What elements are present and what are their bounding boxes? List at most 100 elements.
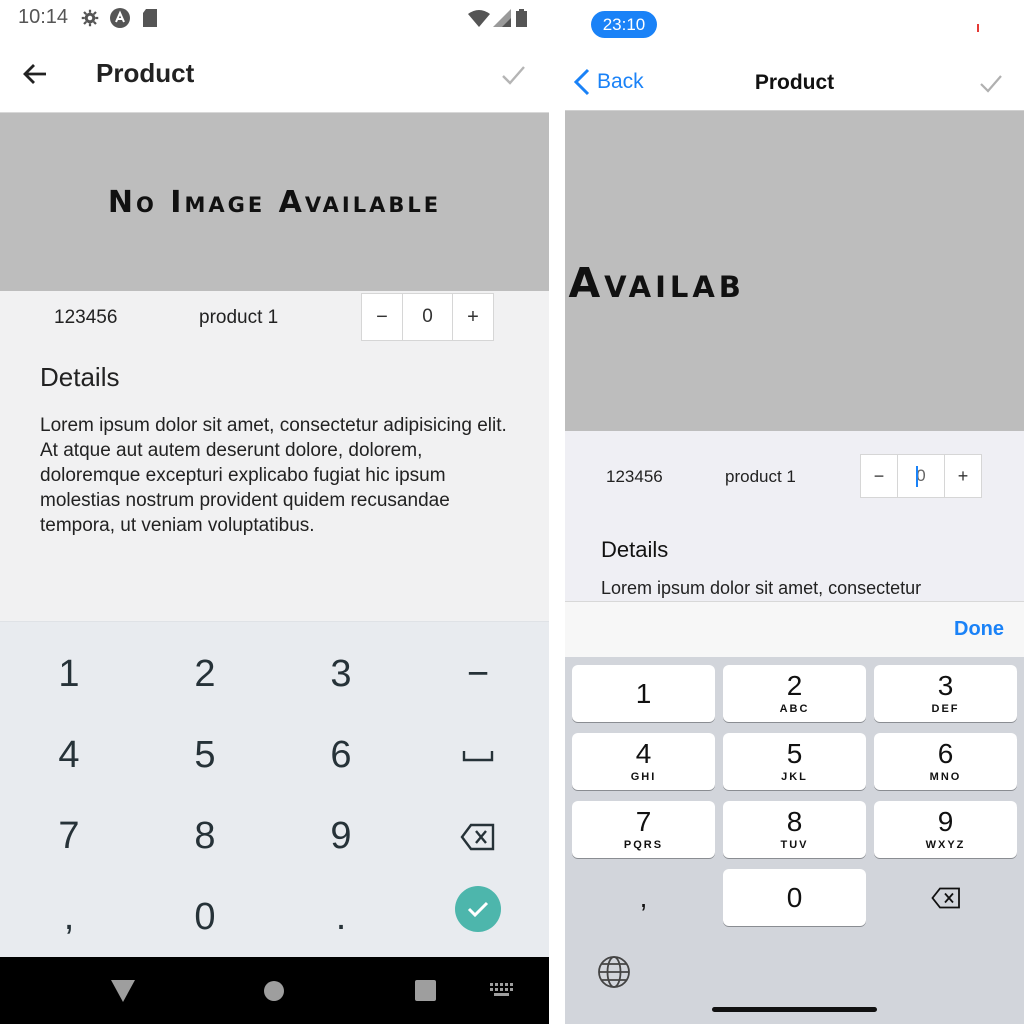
android-nav-bar: [0, 957, 549, 1024]
key-digit: 7: [635, 806, 652, 837]
android-toolbar: Product: [0, 36, 549, 113]
android-screen: 10:14 Product No Image Available 123456 …: [0, 0, 549, 1024]
increment-button[interactable]: +: [453, 294, 493, 340]
increment-button[interactable]: +: [945, 455, 981, 497]
key-period[interactable]: .: [273, 877, 409, 958]
backspace-icon[interactable]: [874, 869, 1017, 926]
key-letters: JKL: [781, 771, 808, 783]
key-digit: 0: [786, 881, 803, 913]
product-name: product 1: [725, 467, 796, 486]
back-arrow-icon[interactable]: [20, 58, 52, 90]
ios-nav-bar: Back Product: [565, 54, 1024, 111]
home-indicator: [712, 1007, 877, 1012]
product-sku: 123456: [54, 307, 118, 328]
key-letters: DEF: [931, 703, 960, 715]
quantity-input[interactable]: 0: [402, 294, 453, 340]
key-4[interactable]: 4: [1, 715, 137, 796]
page-title: Product: [754, 71, 835, 94]
key-4[interactable]: 4 GHI: [572, 733, 715, 790]
key-digit: 2: [786, 670, 803, 701]
details-text: Lorem ipsum dolor sit amet, consectetur: [601, 578, 922, 598]
key-comma[interactable]: ,: [572, 869, 715, 926]
key-digit: 1: [635, 677, 652, 709]
product-image-placeholder: No Image Available: [0, 113, 549, 291]
nav-home-icon[interactable]: [263, 980, 285, 1007]
key-letters: PQRS: [623, 839, 664, 851]
key-6[interactable]: 6: [273, 715, 409, 796]
key-1[interactable]: 1: [572, 665, 715, 722]
wifi-icon: [468, 8, 490, 28]
settings-icon: [80, 8, 100, 28]
key-0[interactable]: 0: [723, 869, 866, 926]
battery-icon: [514, 8, 528, 28]
product-row: 123456 product 1 − 0 +: [565, 452, 1024, 498]
key-8[interactable]: 8: [137, 796, 273, 877]
screenshot-stage: 10:14 Product No Image Available 123456 …: [0, 0, 1024, 1024]
key-digit: 9: [937, 806, 954, 837]
key-letters: TUV: [780, 839, 809, 851]
details-text: Lorem ipsum dolor sit amet, consectetur …: [40, 415, 507, 536]
sd-card-icon: [140, 8, 160, 28]
done-button[interactable]: Done: [954, 618, 1004, 641]
key-0[interactable]: 0: [137, 877, 273, 958]
key-8[interactable]: 8 TUV: [723, 801, 866, 858]
key-digit: ,: [639, 881, 648, 913]
key-7[interactable]: 7 PQRS: [572, 801, 715, 858]
backspace-icon[interactable]: [410, 796, 546, 877]
globe-icon[interactable]: [597, 955, 631, 994]
save-check-icon[interactable]: [498, 60, 528, 90]
key-letters: WXYZ: [925, 839, 966, 851]
details-heading: Details: [601, 537, 669, 562]
app-notification-icon: [110, 8, 130, 28]
key-3[interactable]: 3 DEF: [874, 665, 1017, 722]
ios-number-pad: 1 2 ABC 3 DEF 4 GHI 5 JKL 6 MNO 7 PQRS 8 TUV 9 W…: [565, 657, 1024, 1024]
status-time-pill: 23:10: [591, 11, 657, 38]
android-status-bar: 10:14: [0, 0, 549, 36]
key-letters: GHI: [630, 771, 657, 783]
done-check-icon[interactable]: [455, 886, 501, 932]
cell-signal-icon: [492, 8, 512, 28]
key-digit: 3: [937, 670, 954, 701]
key-1[interactable]: 1: [1, 634, 137, 715]
key-9[interactable]: 9 WXYZ: [874, 801, 1017, 858]
product-sku: 123456: [606, 467, 663, 486]
decrement-button[interactable]: −: [362, 294, 402, 340]
key-9[interactable]: 9: [273, 796, 409, 877]
key-letters: ABC: [779, 703, 810, 715]
keyboard-accessory-bar: Done: [565, 601, 1024, 657]
product-name: product 1: [199, 307, 279, 328]
quantity-input[interactable]: 0: [897, 455, 945, 497]
key-6[interactable]: 6 MNO: [874, 733, 1017, 790]
key-2[interactable]: 2: [137, 634, 273, 715]
status-time: 10:14: [18, 6, 69, 28]
key-digit: 5: [786, 738, 803, 769]
key-letters: MNO: [929, 771, 962, 783]
save-check-icon[interactable]: [978, 70, 1004, 96]
text-caret: [916, 466, 918, 487]
key-digit: 8: [786, 806, 803, 837]
key-2[interactable]: 2 ABC: [723, 665, 866, 722]
key-5[interactable]: 5: [137, 715, 273, 796]
details-heading: Details: [40, 362, 120, 392]
key-comma[interactable]: ,: [1, 877, 137, 958]
key-5[interactable]: 5 JKL: [723, 733, 866, 790]
nav-recents-icon[interactable]: [415, 980, 436, 1006]
no-image-text: No Image Available: [107, 184, 442, 220]
page-title: Product: [96, 58, 195, 88]
space-key-icon[interactable]: [410, 715, 546, 796]
product-image-placeholder: Image Availab: [565, 111, 1024, 431]
key-3[interactable]: 3: [273, 634, 409, 715]
no-image-text: Image Availab: [565, 259, 745, 307]
key-digit: 6: [937, 738, 954, 769]
recording-indicator: [977, 24, 979, 32]
product-row: 123456 product 1 − 0 +: [0, 291, 549, 343]
decrement-button[interactable]: −: [861, 455, 897, 497]
key-digit: 4: [635, 738, 652, 769]
key-minus[interactable]: −: [410, 634, 546, 715]
key-7[interactable]: 7: [1, 796, 137, 877]
quantity-stepper: − 0 +: [860, 454, 982, 498]
nav-back-icon[interactable]: [111, 980, 135, 1007]
ios-screen: 23:10 Back Product Image Availab 123456 …: [565, 0, 1024, 1024]
keyboard-switch-icon[interactable]: [490, 983, 514, 1002]
quantity-stepper: − 0 +: [361, 293, 494, 341]
